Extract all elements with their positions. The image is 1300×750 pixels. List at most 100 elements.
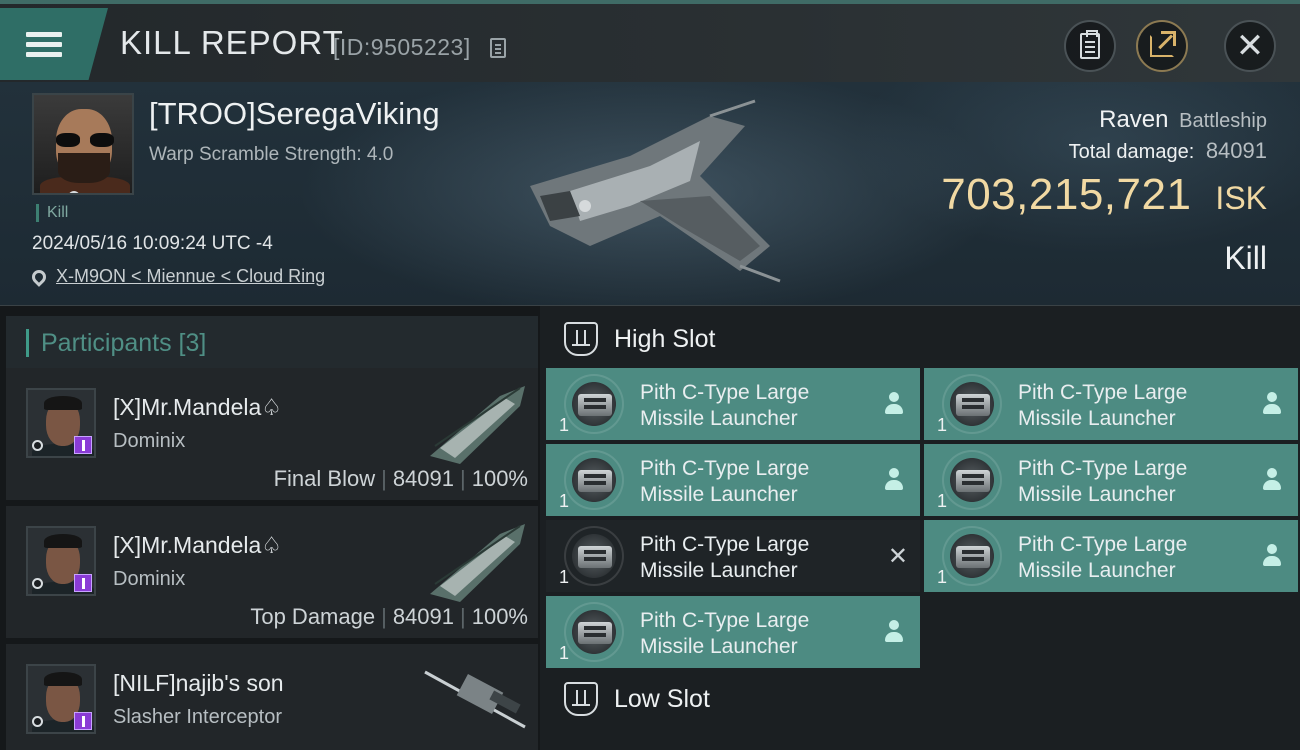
participant-ship: Dominix xyxy=(113,430,186,452)
dropped-person-icon xyxy=(1262,468,1282,492)
victim-avatar[interactable] xyxy=(32,93,134,195)
dropped-person-icon xyxy=(884,392,904,416)
result-label: Kill xyxy=(1224,240,1267,276)
high-slot-header: High Slot xyxy=(546,310,715,368)
low-slot-header: Low Slot xyxy=(546,670,710,728)
dropped-person-icon xyxy=(884,468,904,492)
participant-role: Final Blow xyxy=(273,466,376,491)
corp-icon xyxy=(32,716,43,727)
menu-button[interactable] xyxy=(0,8,108,80)
isk-value: 703,215,721 ISK xyxy=(941,170,1267,220)
corp-icon xyxy=(32,578,43,589)
clipboard-button[interactable] xyxy=(1064,20,1116,72)
warp-scramble-strength: Warp Scramble Strength: 4.0 xyxy=(149,144,394,165)
participant-stats: Top Damage | 84091 | 100% xyxy=(250,604,528,629)
participant-stats: Final Blow | 84091 | 100% xyxy=(273,466,528,491)
module-name: Pith C-Type Large Missile Launcher xyxy=(1018,533,1188,582)
avatar[interactable] xyxy=(26,388,96,458)
low-slot-label: Low Slot xyxy=(614,684,710,713)
participant-name: [NILF]najib's son xyxy=(113,670,284,696)
ship-class: Battleship xyxy=(1179,110,1267,132)
participants-panel: Participants [3] [X]Mr.Mandela♤ Dominix … xyxy=(0,306,540,750)
missile-launcher-icon xyxy=(564,450,624,510)
destroyed-x-icon: ✕ xyxy=(887,542,908,570)
low-slot-icon xyxy=(564,682,598,716)
isk-unit: ISK xyxy=(1215,180,1267,216)
module-name: Pith C-Type Large Missile Launcher xyxy=(640,457,810,506)
module-name: Pith C-Type Large Missile Launcher xyxy=(640,381,810,430)
participant-name: [X]Mr.Mandela♤ xyxy=(113,532,282,558)
victim-ship-image xyxy=(530,99,781,283)
module-slot[interactable]: 1 Pith C-Type Large Missile Launcher ✕ xyxy=(546,520,920,592)
participants-header: Participants [3] xyxy=(6,316,538,370)
location-link[interactable]: X-M9ON < Miennue < Cloud Ring xyxy=(29,266,326,287)
participant-ship-image xyxy=(424,670,526,729)
module-slot[interactable]: 1 Pith C-Type Large Missile Launcher xyxy=(924,520,1298,592)
module-quantity: 1 xyxy=(937,415,948,435)
hamburger-menu-icon xyxy=(26,27,62,62)
fitting-panel: High Slot 1 Pith C-Type Large Missile Lau… xyxy=(540,306,1300,750)
victim-banner: [TROO]SeregaViking Warp Scramble Strengt… xyxy=(0,82,1300,306)
module-slot[interactable]: 1 Pith C-Type Large Missile Launcher xyxy=(546,368,920,440)
participants-title: Participants [3] xyxy=(41,328,207,357)
participant-ship-image xyxy=(430,524,525,602)
participant-damage: 84091 xyxy=(392,466,454,491)
dropped-person-icon xyxy=(884,620,904,644)
total-damage-label: Total damage: xyxy=(1068,141,1195,163)
participant-name: [X]Mr.Mandela♤ xyxy=(113,394,282,420)
total-damage-value: 84091 xyxy=(1205,138,1267,163)
participant-percent: 100% xyxy=(471,466,528,491)
module-quantity: 1 xyxy=(559,415,570,435)
close-icon: ✕ xyxy=(1235,26,1265,66)
participant-percent: 100% xyxy=(471,604,528,629)
share-button[interactable] xyxy=(1136,20,1188,72)
kill-id: [ID:9505223] xyxy=(333,34,471,60)
header-bar: KILL REPORT [ID:9505223] ✕ xyxy=(0,0,1300,82)
alliance-badge-icon xyxy=(74,436,92,454)
module-quantity: 1 xyxy=(559,643,570,663)
kill-tag: Kill xyxy=(36,204,68,222)
module-name: Pith C-Type Large Missile Launcher xyxy=(640,609,810,658)
module-slot[interactable]: 1 Pith C-Type Large Missile Launcher xyxy=(924,368,1298,440)
dropped-person-icon xyxy=(1262,392,1282,416)
location-text: X-M9ON < Miennue < Cloud Ring xyxy=(56,266,326,286)
module-quantity: 1 xyxy=(937,491,948,511)
missile-launcher-icon xyxy=(942,374,1002,434)
copy-id-icon[interactable] xyxy=(490,38,506,58)
missile-launcher-icon xyxy=(564,526,624,586)
kill-datetime: 2024/05/16 10:09:24 UTC -4 xyxy=(32,233,273,254)
participant-row[interactable]: [NILF]najib's son Slasher Interceptor xyxy=(6,644,538,750)
clipboard-icon xyxy=(1080,30,1100,59)
high-slot-label: High Slot xyxy=(614,324,716,353)
missile-launcher-icon xyxy=(942,526,1002,586)
alliance-badge-icon xyxy=(74,574,92,592)
module-name: Pith C-Type Large Missile Launcher xyxy=(1018,381,1188,430)
module-slot[interactable]: 1 Pith C-Type Large Missile Launcher xyxy=(546,444,920,516)
module-quantity: 1 xyxy=(559,567,570,587)
isk-amount: 703,215,721 xyxy=(941,170,1192,219)
total-damage: Total damage: 84091 xyxy=(1069,138,1267,164)
participant-damage: 84091 xyxy=(392,604,454,629)
missile-launcher-icon xyxy=(942,450,1002,510)
ship-type: Raven Battleship xyxy=(1099,106,1267,134)
module-slot[interactable]: 1 Pith C-Type Large Missile Launcher xyxy=(924,444,1298,516)
corp-icon xyxy=(32,440,43,451)
avatar[interactable] xyxy=(26,664,96,734)
participant-ship-image xyxy=(430,386,525,464)
close-button[interactable]: ✕ xyxy=(1224,20,1276,72)
location-pin-icon xyxy=(29,266,49,287)
victim-name: [TROO]SeregaViking xyxy=(149,96,440,131)
module-slot[interactable]: 1 Pith C-Type Large Missile Launcher xyxy=(546,596,920,668)
avatar[interactable] xyxy=(26,526,96,596)
participant-row[interactable]: [X]Mr.Mandela♤ Dominix Top Damage | 84091 |… xyxy=(6,506,538,640)
participant-row[interactable]: [X]Mr.Mandela♤ Dominix Final Blow | 84091 |… xyxy=(6,368,538,502)
alliance-badge-icon xyxy=(74,712,92,730)
share-icon xyxy=(1150,31,1176,57)
module-quantity: 1 xyxy=(559,491,570,511)
participant-role: Top Damage xyxy=(250,604,376,629)
module-name: Pith C-Type Large Missile Launcher xyxy=(640,533,810,582)
high-slot-icon xyxy=(564,322,598,356)
participant-ship: Dominix xyxy=(113,568,186,590)
dropped-person-icon xyxy=(1262,544,1282,568)
module-name: Pith C-Type Large Missile Launcher xyxy=(1018,457,1188,506)
